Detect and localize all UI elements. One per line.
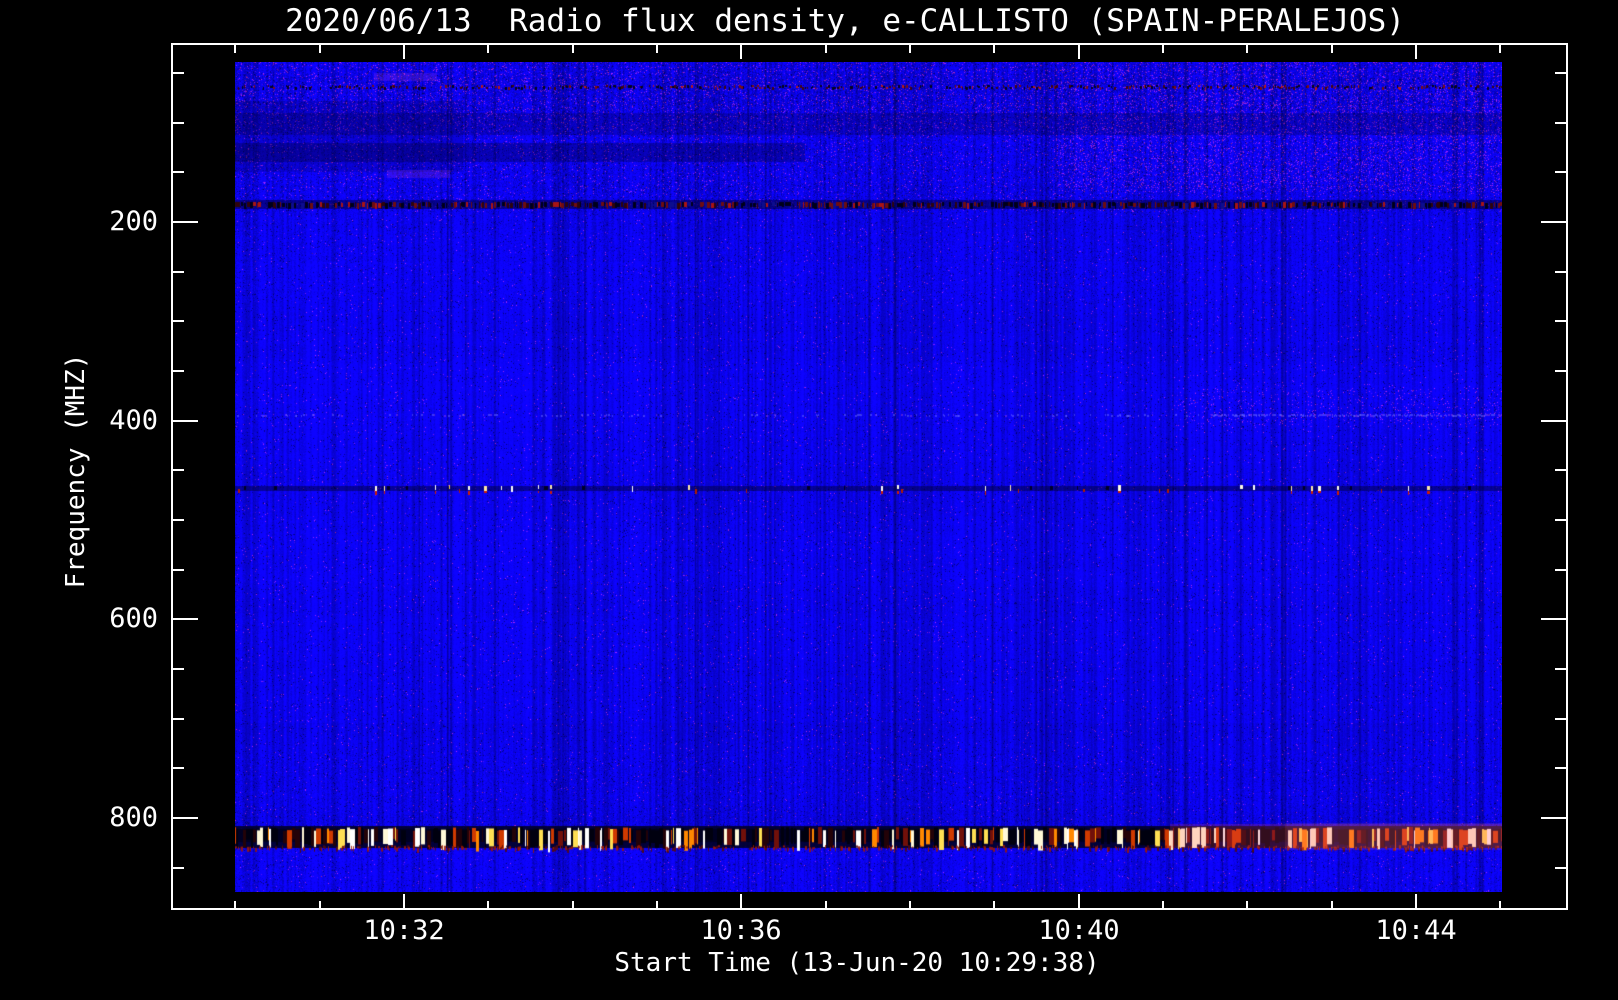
x-tick-label-1044: 10:44 (1375, 915, 1457, 946)
tick-mark (171, 817, 198, 819)
tick-mark (1499, 43, 1501, 53)
tick-mark (487, 43, 489, 53)
tick-mark (319, 43, 321, 53)
tick-mark (1555, 370, 1568, 372)
y-tick-label-600: 600 (109, 603, 158, 634)
tick-mark (234, 901, 236, 910)
y-tick-label-200: 200 (109, 206, 158, 237)
x-axis-title: Start Time (13-Jun-20 10:29:38) (614, 948, 1100, 978)
tick-mark (1555, 718, 1568, 720)
tick-mark (1555, 668, 1568, 670)
tick-mark (993, 901, 995, 910)
tick-mark (171, 469, 184, 471)
tick-mark (1541, 420, 1568, 422)
tick-mark (487, 901, 489, 910)
tick-mark (1555, 569, 1568, 571)
tick-mark (171, 668, 184, 670)
tick-mark (171, 221, 198, 223)
tick-mark (171, 72, 184, 74)
tick-mark (171, 718, 184, 720)
tick-mark (1499, 901, 1501, 910)
tick-mark (171, 867, 184, 869)
tick-mark (1541, 221, 1568, 223)
tick-mark (909, 901, 911, 910)
x-tick-label-1036: 10:36 (700, 915, 782, 946)
tick-mark (171, 320, 184, 322)
tick-mark (319, 901, 321, 910)
tick-mark (1555, 72, 1568, 74)
tick-mark (1162, 901, 1164, 910)
tick-mark (1541, 618, 1568, 620)
tick-mark (1555, 469, 1568, 471)
chart-title: 2020/06/13 Radio flux density, e-CALLIST… (285, 3, 1405, 39)
tick-mark (171, 271, 184, 273)
tick-mark (825, 901, 827, 910)
tick-mark (1555, 171, 1568, 173)
tick-mark (1415, 43, 1417, 59)
y-tick-label-800: 800 (109, 802, 158, 833)
plot-frame (171, 43, 1568, 910)
tick-mark (1555, 122, 1568, 124)
tick-mark (234, 43, 236, 53)
tick-mark (1541, 817, 1568, 819)
tick-mark (171, 569, 184, 571)
tick-mark (1555, 867, 1568, 869)
tick-mark (656, 43, 658, 53)
tick-mark (171, 767, 184, 769)
tick-mark (825, 43, 827, 53)
tick-mark (1331, 43, 1333, 53)
tick-mark (171, 122, 184, 124)
tick-mark (403, 894, 405, 910)
tick-mark (909, 43, 911, 53)
tick-mark (1331, 901, 1333, 910)
tick-mark (171, 618, 198, 620)
y-axis-title: Frequency (MHZ) (61, 353, 91, 589)
tick-mark (740, 43, 742, 59)
tick-mark (1162, 43, 1164, 53)
tick-mark (171, 519, 184, 521)
tick-mark (572, 901, 574, 910)
x-tick-label-1032: 10:32 (363, 915, 445, 946)
tick-mark (1555, 320, 1568, 322)
x-tick-label-1040: 10:40 (1038, 915, 1120, 946)
tick-mark (1555, 271, 1568, 273)
tick-mark (171, 370, 184, 372)
tick-mark (993, 43, 995, 53)
tick-mark (403, 43, 405, 59)
tick-mark (1078, 894, 1080, 910)
tick-mark (1555, 519, 1568, 521)
tick-mark (1415, 894, 1417, 910)
tick-mark (1078, 43, 1080, 59)
tick-mark (740, 894, 742, 910)
tick-mark (572, 43, 574, 53)
spectrogram-page: 2020/06/13 Radio flux density, e-CALLIST… (0, 0, 1618, 1000)
tick-mark (1246, 43, 1248, 53)
tick-mark (171, 420, 198, 422)
tick-mark (1555, 767, 1568, 769)
tick-mark (171, 171, 184, 173)
tick-mark (1246, 901, 1248, 910)
tick-mark (656, 901, 658, 910)
